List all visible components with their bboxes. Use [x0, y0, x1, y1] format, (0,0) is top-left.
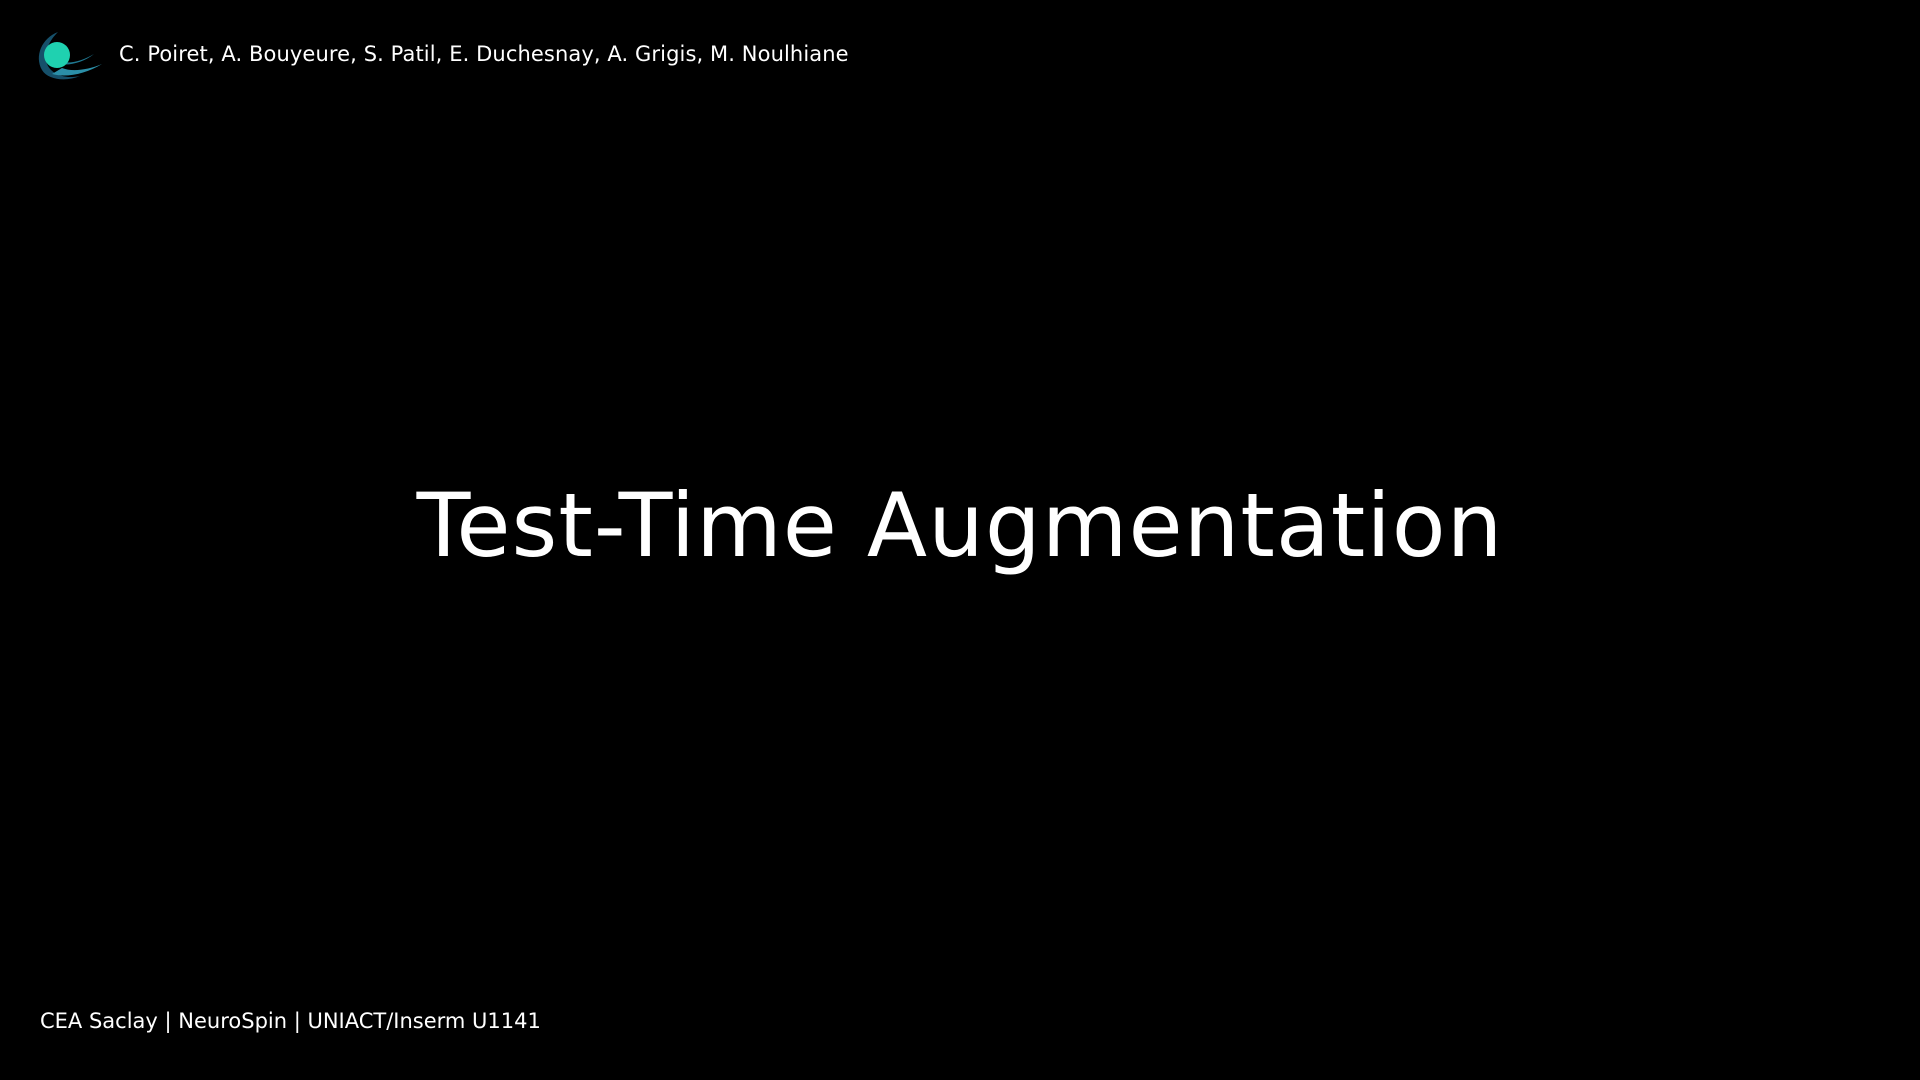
author-list: C. Poiret, A. Bouyeure, S. Patil, E. Duc…: [119, 42, 849, 66]
presentation-slide: C. Poiret, A. Bouyeure, S. Patil, E. Duc…: [0, 0, 1920, 1080]
footer-affiliations: CEA Saclay | NeuroSpin | UNIACT/Inserm U…: [40, 1009, 541, 1033]
cyan-sphere-wave-logo-icon: [38, 32, 102, 80]
slide-title: Test-Time Augmentation: [416, 474, 1504, 577]
slide-header: C. Poiret, A. Bouyeure, S. Patil, E. Duc…: [32, 24, 849, 84]
